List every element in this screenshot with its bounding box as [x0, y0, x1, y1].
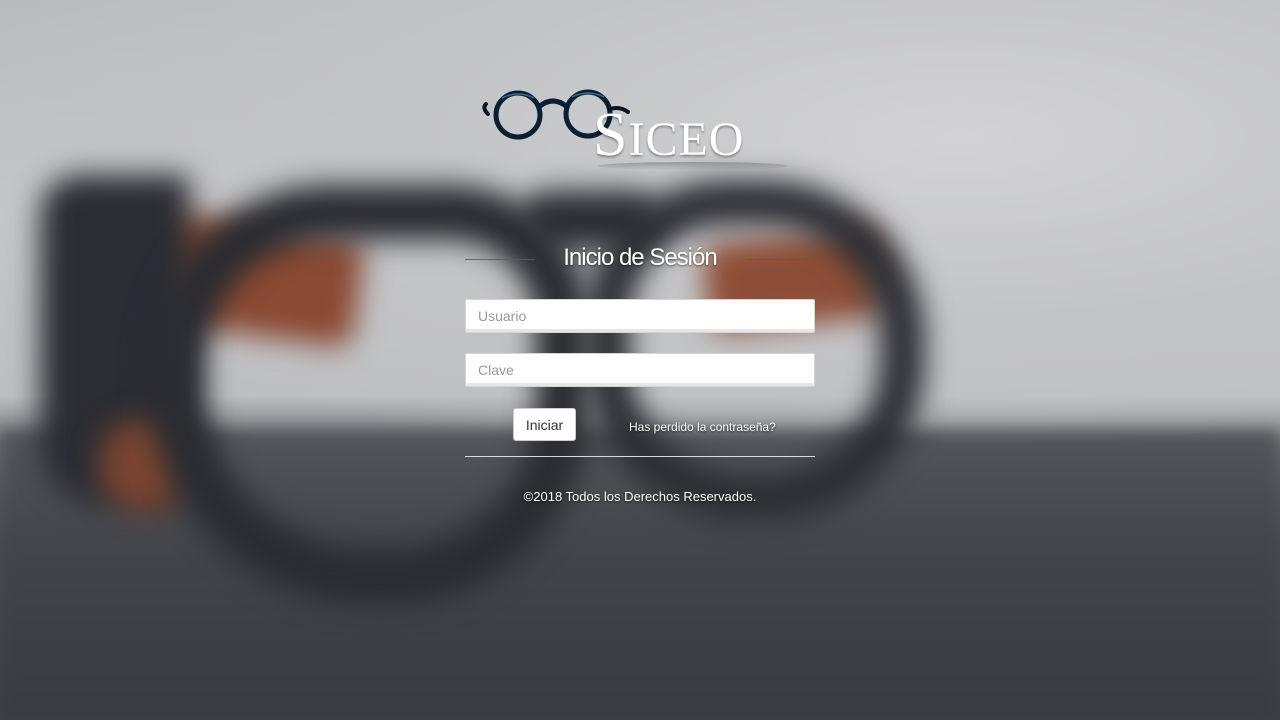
logo-wordmark-rest: ICEO — [628, 113, 745, 166]
password-input[interactable] — [465, 353, 815, 387]
page-title: Inicio de Sesión — [563, 244, 717, 271]
login-button[interactable]: Iniciar — [513, 408, 576, 441]
logo-reflection — [598, 162, 788, 170]
footer-divider — [465, 456, 815, 457]
copyright-text: ©2018 Todos los Derechos Reservados. — [523, 489, 757, 504]
username-input[interactable] — [465, 299, 815, 333]
login-heading: Inicio de Sesión — [465, 240, 815, 280]
siceo-logo: SICEO — [480, 84, 800, 180]
logo-wordmark: SICEO — [593, 100, 744, 171]
heading-divider-right — [745, 259, 815, 260]
forgot-password-link[interactable]: Has perdido la contraseña? — [629, 420, 776, 434]
logo-wordmark-initial: S — [593, 101, 629, 169]
